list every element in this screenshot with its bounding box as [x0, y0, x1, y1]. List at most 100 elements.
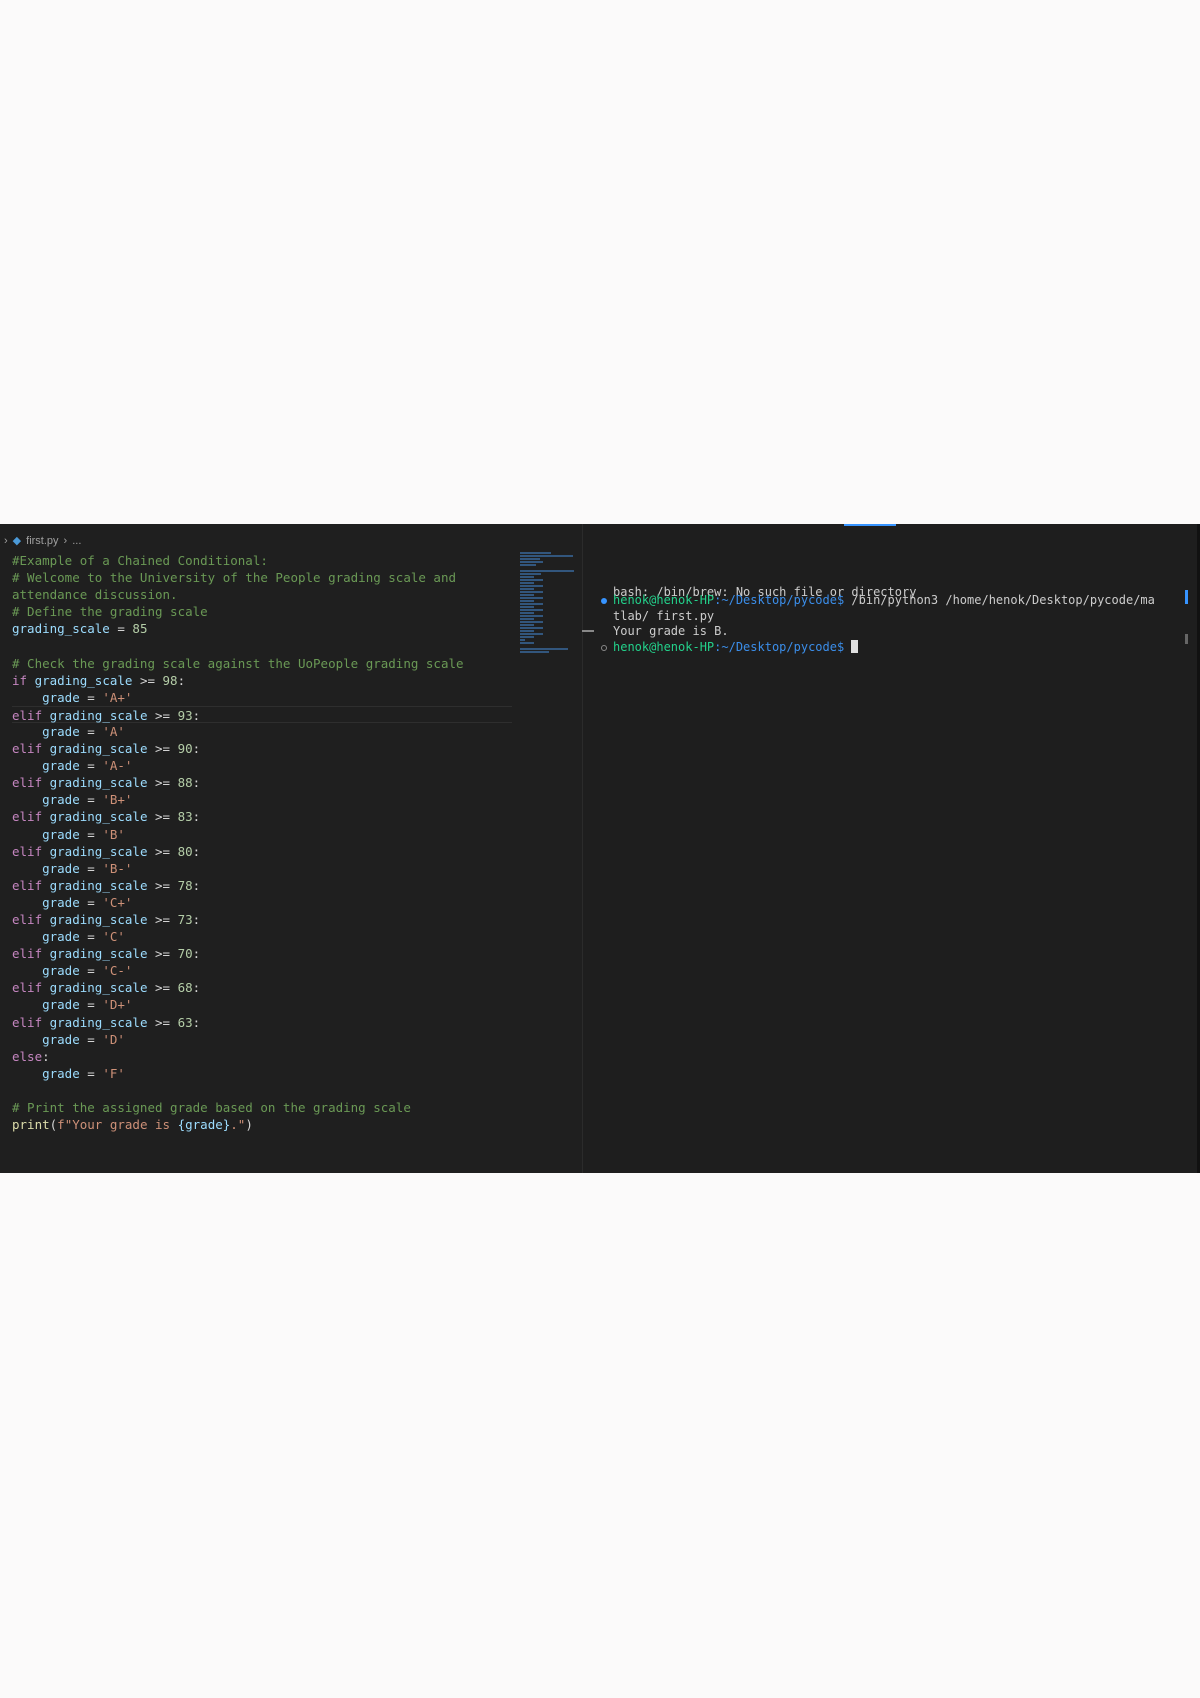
code-token: elif — [12, 1014, 43, 1030]
code-line[interactable]: elif grading_scale >= 93: — [12, 705, 512, 723]
breadcrumb-file[interactable]: first.py — [26, 535, 58, 547]
code-line[interactable]: grade = 'C+' — [12, 894, 512, 911]
terminal-output: Your grade is B. — [613, 624, 729, 638]
code-line[interactable]: if grading_scale >= 98: — [12, 672, 512, 689]
terminal-command-wrap: tlab/ first.py — [613, 609, 715, 623]
code-line[interactable]: grade = 'A-' — [12, 757, 512, 774]
terminal-command: /bin/python3 /home/henok/Desktop/pycode/… — [844, 593, 1155, 607]
minimap-line — [520, 594, 535, 596]
code-line[interactable]: elif grading_scale >= 88: — [12, 774, 512, 791]
code-line[interactable] — [12, 637, 512, 654]
code-token: elif — [12, 911, 43, 927]
code-line[interactable]: elif grading_scale >= 63: — [12, 1014, 512, 1031]
code-line[interactable]: #Example of a Chained Conditional: — [12, 552, 512, 569]
code-token: >= — [147, 775, 178, 791]
code-line[interactable]: elif grading_scale >= 73: — [12, 911, 512, 928]
code-token: = — [79, 723, 103, 739]
terminal-panel[interactable]: bash: /bin/brew: No such file or directo… — [594, 524, 1200, 1173]
code-token: >= — [147, 1014, 178, 1030]
code-line[interactable]: # Print the assigned grade based on the … — [12, 1099, 512, 1116]
code-line[interactable]: grade = 'D' — [12, 1031, 512, 1048]
code-line[interactable]: elif grading_scale >= 70: — [12, 945, 512, 962]
minimap-line — [520, 651, 549, 653]
code-token: if — [12, 672, 28, 688]
breadcrumb-rest[interactable]: ... — [72, 535, 81, 547]
code-token: 'D+' — [102, 997, 133, 1013]
code-token: elif — [12, 843, 43, 859]
code-line[interactable]: print(f"Your grade is {grade}.") — [12, 1116, 512, 1133]
code-line[interactable]: grade = 'C-' — [12, 962, 512, 979]
code-token: grading_scale — [42, 946, 148, 962]
code-token: >= — [132, 672, 163, 688]
code-token: elif — [12, 980, 43, 996]
code-token: grade — [12, 792, 80, 808]
terminal-scrollbar[interactable] — [1185, 590, 1188, 604]
code-token: : — [192, 707, 201, 723]
code-line[interactable]: grade = 'C' — [12, 928, 512, 945]
code-token: >= — [147, 707, 178, 723]
code-token: elif — [12, 877, 43, 893]
code-token: = — [79, 826, 103, 842]
code-token: grade — [12, 1065, 80, 1081]
minimap-line — [520, 621, 543, 623]
terminal-scroll-mark — [1185, 634, 1188, 644]
code-line[interactable]: grade = 'A+' — [12, 689, 512, 706]
code-line[interactable]: elif grading_scale >= 78: — [12, 877, 512, 894]
panel-sash[interactable] — [582, 630, 594, 632]
code-token: >= — [147, 946, 178, 962]
code-line[interactable]: attendance discussion. — [12, 586, 512, 603]
code-token: grading_scale — [42, 980, 148, 996]
code-token: grade — [12, 894, 80, 910]
code-line[interactable]: # Define the grading scale — [12, 603, 512, 620]
code-line[interactable]: grade = 'A' — [12, 723, 512, 740]
code-line[interactable]: grading_scale = 85 — [12, 620, 512, 637]
code-token: 93 — [177, 707, 193, 723]
code-line[interactable]: elif grading_scale >= 83: — [12, 808, 512, 825]
minimap-line — [520, 615, 543, 617]
code-token: else — [12, 1048, 43, 1064]
command-idle-dot-icon — [601, 645, 607, 651]
code-token: elif — [12, 707, 43, 723]
code-line[interactable]: grade = 'B' — [12, 826, 512, 843]
code-token: print — [12, 1117, 50, 1133]
code-token: 78 — [177, 877, 193, 893]
prompt-user: henok@henok-HP — [613, 593, 715, 607]
code-line[interactable]: grade = 'B+' — [12, 791, 512, 808]
code-line[interactable]: # Check the grading scale against the Uo… — [12, 655, 512, 672]
code-token: 'B-' — [102, 860, 133, 876]
code-token: grading_scale — [42, 741, 148, 757]
code-editor[interactable]: › ◆ first.py › ... #Example of a Chained… — [0, 524, 583, 1173]
minimap-line — [520, 564, 537, 566]
code-token: grade — [12, 860, 80, 876]
minimap-line — [520, 597, 543, 599]
code-line[interactable]: grade = 'B-' — [12, 860, 512, 877]
code-line[interactable]: grade = 'F' — [12, 1065, 512, 1082]
code-line[interactable]: else: — [12, 1048, 512, 1065]
minimap-line — [520, 603, 543, 605]
python-file-icon: ◆ — [12, 535, 22, 547]
minimap-line — [520, 570, 574, 572]
code-token: : — [192, 946, 201, 962]
code-token: >= — [147, 877, 178, 893]
minimap[interactable] — [520, 552, 578, 653]
code-token: = — [79, 997, 103, 1013]
code-line[interactable] — [12, 1082, 512, 1099]
code-token: 63 — [177, 1014, 193, 1030]
terminal-prompt-line[interactable]: henok@henok-HP:~/Desktop/pycode$ — [613, 640, 859, 654]
code-line[interactable]: elif grading_scale >= 90: — [12, 740, 512, 757]
code-token: = — [79, 929, 103, 945]
code-line[interactable]: # Welcome to the University of the Peopl… — [12, 569, 512, 586]
code-token: >= — [147, 809, 178, 825]
code-token: = — [79, 860, 103, 876]
code-line[interactable]: grade = 'D+' — [12, 996, 512, 1013]
minimap-line — [520, 612, 535, 614]
minimap-line — [520, 576, 535, 578]
code-token: elif — [12, 809, 43, 825]
code-token: = — [79, 758, 103, 774]
code-lines[interactable]: #Example of a Chained Conditional: # Welc… — [12, 552, 512, 1133]
code-token: {grade} — [177, 1117, 231, 1133]
code-token: grade — [12, 963, 80, 979]
command-success-dot-icon[interactable] — [601, 598, 607, 604]
code-line[interactable]: elif grading_scale >= 68: — [12, 979, 512, 996]
code-line[interactable]: elif grading_scale >= 80: — [12, 843, 512, 860]
